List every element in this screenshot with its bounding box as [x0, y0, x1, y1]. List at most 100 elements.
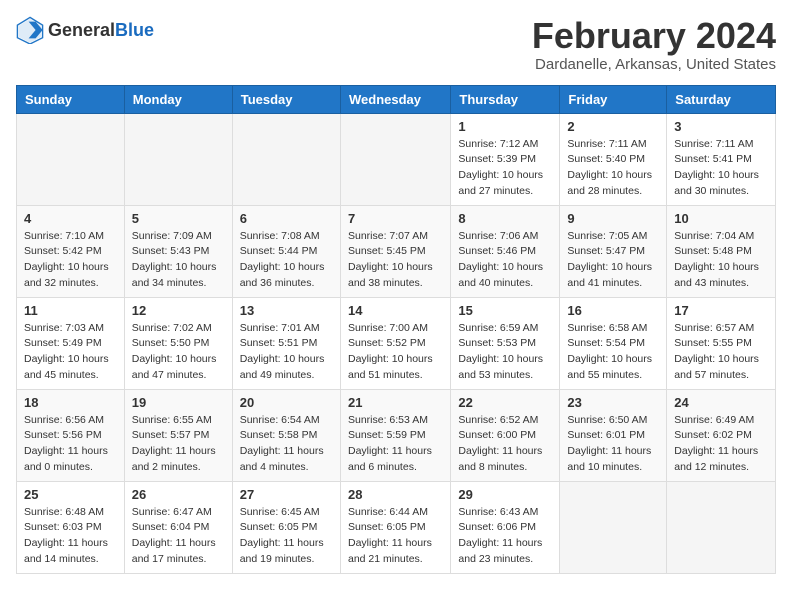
- day-info: Sunrise: 7:04 AMSunset: 5:48 PMDaylight:…: [674, 229, 768, 292]
- day-info: Sunrise: 6:45 AMSunset: 6:05 PMDaylight:…: [240, 505, 333, 568]
- weekday-header: Sunday: [17, 85, 125, 113]
- day-number: 5: [132, 211, 225, 226]
- calendar-cell: 6Sunrise: 7:08 AMSunset: 5:44 PMDaylight…: [232, 205, 340, 297]
- day-number: 15: [458, 303, 552, 318]
- day-number: 13: [240, 303, 333, 318]
- calendar-cell: 14 Sunrise: 7:00 AMSunset: 5:52 PMDayligh…: [340, 297, 450, 389]
- weekday-header: Thursday: [451, 85, 560, 113]
- calendar-cell: 25 Sunrise: 6:48 AMSunset: 6:03 PMDayligh…: [17, 481, 125, 573]
- day-number: 25: [24, 487, 117, 502]
- day-info: Sunrise: 7:08 AMSunset: 5:44 PMDaylight:…: [240, 229, 333, 292]
- calendar-cell: 13 Sunrise: 7:01 AMSunset: 5:51 PMDayligh…: [232, 297, 340, 389]
- day-info: Sunrise: 6:55 AMSunset: 5:57 PMDaylight:…: [132, 413, 225, 476]
- weekday-header-row: SundayMondayTuesdayWednesdayThursdayFrid…: [17, 85, 776, 113]
- calendar-cell: 11Sunrise: 7:03 AMSunset: 5:49 PMDayligh…: [17, 297, 125, 389]
- day-info: Sunrise: 6:50 AMSunset: 6:01 PMDaylight:…: [567, 413, 659, 476]
- calendar-cell: 10 Sunrise: 7:04 AMSunset: 5:48 PMDayligh…: [667, 205, 776, 297]
- calendar-table: SundayMondayTuesdayWednesdayThursdayFrid…: [16, 85, 776, 574]
- weekday-header: Saturday: [667, 85, 776, 113]
- calendar-cell: 27Sunrise: 6:45 AMSunset: 6:05 PMDayligh…: [232, 481, 340, 573]
- day-number: 23: [567, 395, 659, 410]
- calendar-cell: 22 Sunrise: 6:52 AMSunset: 6:00 PMDayligh…: [451, 389, 560, 481]
- day-info: Sunrise: 6:58 AMSunset: 5:54 PMDaylight:…: [567, 321, 659, 384]
- day-info: Sunrise: 7:03 AMSunset: 5:49 PMDaylight:…: [24, 321, 117, 384]
- calendar-cell: 17 Sunrise: 6:57 AMSunset: 5:55 PMDayligh…: [667, 297, 776, 389]
- weekday-header: Tuesday: [232, 85, 340, 113]
- day-number: 21: [348, 395, 443, 410]
- logo: General Blue: [16, 16, 154, 44]
- day-number: 22: [458, 395, 552, 410]
- page-header: General Blue February 2024 Dardanelle, A…: [16, 16, 776, 73]
- day-number: 7: [348, 211, 443, 226]
- calendar-cell: [560, 481, 667, 573]
- day-info: Sunrise: 7:11 AMSunset: 5:41 PMDaylight:…: [674, 137, 768, 200]
- day-number: 8: [458, 211, 552, 226]
- weekday-header: Monday: [124, 85, 232, 113]
- calendar-cell: 20 Sunrise: 6:54 AMSunset: 5:58 PMDayligh…: [232, 389, 340, 481]
- day-info: Sunrise: 6:53 AMSunset: 5:59 PMDaylight:…: [348, 413, 443, 476]
- day-number: 28: [348, 487, 443, 502]
- day-info: Sunrise: 7:05 AMSunset: 5:47 PMDaylight:…: [567, 229, 659, 292]
- day-info: Sunrise: 7:11 AMSunset: 5:40 PMDaylight:…: [567, 137, 659, 200]
- calendar-week-row: 11Sunrise: 7:03 AMSunset: 5:49 PMDayligh…: [17, 297, 776, 389]
- calendar-cell: [667, 481, 776, 573]
- calendar-cell: 28 Sunrise: 6:44 AMSunset: 6:05 PMDayligh…: [340, 481, 450, 573]
- day-number: 4: [24, 211, 117, 226]
- day-info: Sunrise: 7:00 AMSunset: 5:52 PMDaylight:…: [348, 321, 443, 384]
- calendar-cell: 2 Sunrise: 7:11 AMSunset: 5:40 PMDaylight…: [560, 113, 667, 205]
- calendar-cell: [124, 113, 232, 205]
- day-number: 1: [458, 119, 552, 134]
- calendar-week-row: 4 Sunrise: 7:10 AMSunset: 5:42 PMDaylight…: [17, 205, 776, 297]
- day-info: Sunrise: 6:44 AMSunset: 6:05 PMDaylight:…: [348, 505, 443, 568]
- day-number: 18: [24, 395, 117, 410]
- logo-blue: Blue: [115, 20, 154, 41]
- day-info: Sunrise: 6:56 AMSunset: 5:56 PMDaylight:…: [24, 413, 117, 476]
- calendar-cell: 21 Sunrise: 6:53 AMSunset: 5:59 PMDayligh…: [340, 389, 450, 481]
- day-info: Sunrise: 7:07 AMSunset: 5:45 PMDaylight:…: [348, 229, 443, 292]
- day-info: Sunrise: 7:10 AMSunset: 5:42 PMDaylight:…: [24, 229, 117, 292]
- day-info: Sunrise: 6:43 AMSunset: 6:06 PMDaylight:…: [458, 505, 552, 568]
- month-title: February 2024: [532, 16, 776, 56]
- location-subtitle: Dardanelle, Arkansas, United States: [532, 56, 776, 73]
- weekday-header: Wednesday: [340, 85, 450, 113]
- calendar-cell: 3 Sunrise: 7:11 AMSunset: 5:41 PMDaylight…: [667, 113, 776, 205]
- calendar-week-row: 18 Sunrise: 6:56 AMSunset: 5:56 PMDayligh…: [17, 389, 776, 481]
- logo-general: General: [48, 20, 115, 41]
- calendar-cell: 29 Sunrise: 6:43 AMSunset: 6:06 PMDayligh…: [451, 481, 560, 573]
- calendar-cell: 23 Sunrise: 6:50 AMSunset: 6:01 PMDayligh…: [560, 389, 667, 481]
- day-number: 2: [567, 119, 659, 134]
- day-number: 3: [674, 119, 768, 134]
- day-number: 16: [567, 303, 659, 318]
- day-number: 9: [567, 211, 659, 226]
- title-block: February 2024 Dardanelle, Arkansas, Unit…: [532, 16, 776, 73]
- day-info: Sunrise: 7:12 AMSunset: 5:39 PMDaylight:…: [458, 137, 552, 200]
- calendar-cell: 18 Sunrise: 6:56 AMSunset: 5:56 PMDayligh…: [17, 389, 125, 481]
- day-number: 29: [458, 487, 552, 502]
- day-info: Sunrise: 7:01 AMSunset: 5:51 PMDaylight:…: [240, 321, 333, 384]
- calendar-cell: 7 Sunrise: 7:07 AMSunset: 5:45 PMDaylight…: [340, 205, 450, 297]
- calendar-cell: 16 Sunrise: 6:58 AMSunset: 5:54 PMDayligh…: [560, 297, 667, 389]
- logo-icon: [16, 16, 44, 44]
- calendar-cell: 19Sunrise: 6:55 AMSunset: 5:57 PMDayligh…: [124, 389, 232, 481]
- day-info: Sunrise: 7:09 AMSunset: 5:43 PMDaylight:…: [132, 229, 225, 292]
- day-number: 10: [674, 211, 768, 226]
- calendar-week-row: 1 Sunrise: 7:12 AMSunset: 5:39 PMDaylight…: [17, 113, 776, 205]
- day-info: Sunrise: 6:54 AMSunset: 5:58 PMDaylight:…: [240, 413, 333, 476]
- day-number: 12: [132, 303, 225, 318]
- day-info: Sunrise: 6:49 AMSunset: 6:02 PMDaylight:…: [674, 413, 768, 476]
- calendar-cell: [17, 113, 125, 205]
- day-number: 24: [674, 395, 768, 410]
- calendar-cell: 26Sunrise: 6:47 AMSunset: 6:04 PMDayligh…: [124, 481, 232, 573]
- day-info: Sunrise: 6:48 AMSunset: 6:03 PMDaylight:…: [24, 505, 117, 568]
- day-number: 17: [674, 303, 768, 318]
- calendar-cell: [232, 113, 340, 205]
- day-info: Sunrise: 6:57 AMSunset: 5:55 PMDaylight:…: [674, 321, 768, 384]
- calendar-week-row: 25 Sunrise: 6:48 AMSunset: 6:03 PMDayligh…: [17, 481, 776, 573]
- day-info: Sunrise: 6:47 AMSunset: 6:04 PMDaylight:…: [132, 505, 225, 568]
- logo-text: General Blue: [48, 20, 154, 41]
- calendar-cell: [340, 113, 450, 205]
- day-number: 20: [240, 395, 333, 410]
- day-number: 14: [348, 303, 443, 318]
- day-info: Sunrise: 6:52 AMSunset: 6:00 PMDaylight:…: [458, 413, 552, 476]
- calendar-cell: 4 Sunrise: 7:10 AMSunset: 5:42 PMDaylight…: [17, 205, 125, 297]
